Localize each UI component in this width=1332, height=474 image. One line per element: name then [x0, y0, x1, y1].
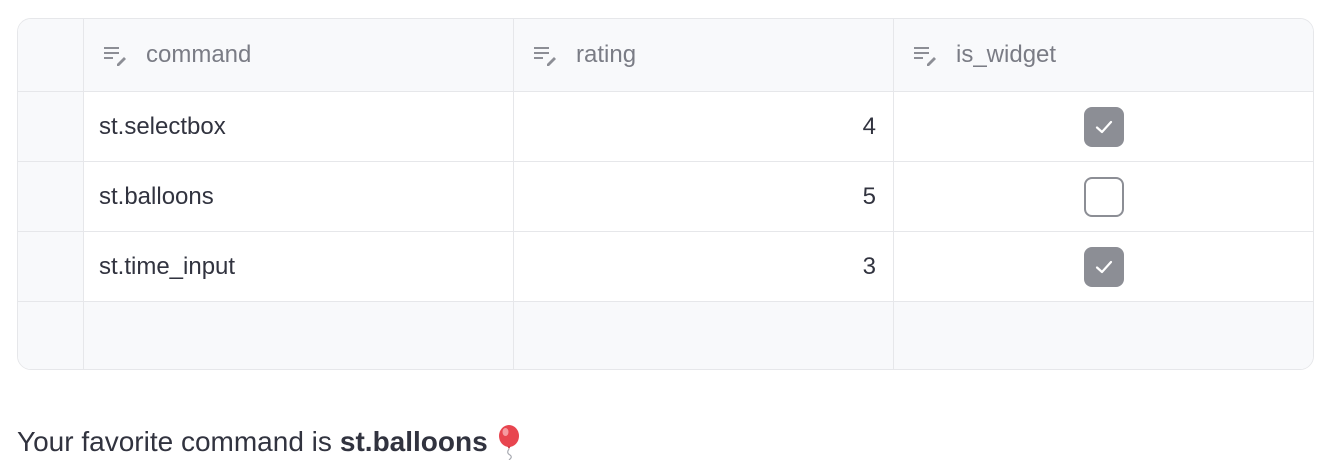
is-widget-cell[interactable] — [894, 232, 1313, 301]
table-header-row: command rating is_widget — [18, 19, 1313, 92]
balloon-icon — [498, 425, 519, 460]
row-index-cell[interactable] — [18, 92, 84, 161]
command-cell[interactable]: st.selectbox — [84, 92, 514, 161]
edit-text-icon — [914, 47, 936, 66]
column-header-label: is_widget — [956, 41, 1057, 68]
edit-text-icon — [104, 47, 126, 66]
check-icon — [1095, 260, 1112, 273]
column-header-label: rating — [576, 41, 637, 68]
row-index-cell[interactable] — [18, 302, 84, 369]
rating-cell[interactable]: 3 — [514, 232, 894, 301]
table-row: st.selectbox 4 — [18, 92, 1313, 162]
is-widget-checkbox[interactable] — [1083, 246, 1124, 287]
is-widget-cell[interactable] — [894, 162, 1313, 231]
data-editor-table[interactable]: command rating is_widget st.selectbox 4 — [17, 18, 1314, 370]
check-icon — [1095, 120, 1112, 133]
rating-cell[interactable]: 5 — [514, 162, 894, 231]
column-header-label: command — [146, 41, 252, 68]
add-row[interactable] — [18, 302, 1313, 369]
column-header-rating[interactable]: rating — [514, 19, 894, 91]
is-widget-cell[interactable] — [894, 92, 1313, 161]
rating-cell[interactable]: 4 — [514, 92, 894, 161]
column-header-is-widget[interactable]: is_widget — [894, 19, 1313, 91]
command-cell[interactable]: st.time_input — [84, 232, 514, 301]
table-row: st.balloons 5 — [18, 162, 1313, 232]
caption-prefix: Your favorite command is — [17, 426, 332, 457]
column-header-command[interactable]: command — [84, 19, 514, 91]
favorite-command-text: Your favorite command is st.balloons — [17, 424, 522, 460]
new-command-cell[interactable] — [84, 302, 514, 369]
new-rating-cell[interactable] — [514, 302, 894, 369]
command-cell[interactable]: st.balloons — [84, 162, 514, 231]
new-is-widget-cell[interactable] — [894, 302, 1313, 369]
row-index-header — [18, 19, 84, 91]
row-index-cell[interactable] — [18, 232, 84, 301]
row-index-cell[interactable] — [18, 162, 84, 231]
is-widget-checkbox[interactable] — [1083, 106, 1124, 147]
is-widget-checkbox[interactable] — [1083, 176, 1124, 217]
edit-text-icon — [534, 47, 556, 66]
table-row: st.time_input 3 — [18, 232, 1313, 302]
caption-value: st.balloons — [339, 426, 488, 457]
